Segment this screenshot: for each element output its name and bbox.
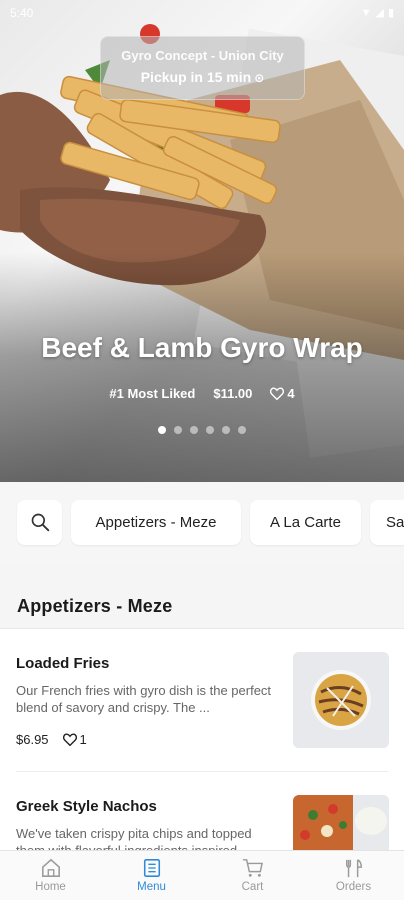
menu-item-image xyxy=(293,652,389,748)
carousel-dot[interactable] xyxy=(206,426,214,434)
menu-item[interactable]: Greek Style Nachos We've taken crispy pi… xyxy=(16,771,389,850)
nav-tab-home[interactable]: Home xyxy=(0,851,101,900)
loaded-fries-image xyxy=(293,652,389,748)
status-bar: 5:40 ▼ ◢ ▮ xyxy=(0,0,404,26)
menu-item-likes-count: 1 xyxy=(79,732,87,747)
nav-label-cart: Cart xyxy=(241,881,264,893)
status-time: 5:40 xyxy=(10,6,34,20)
section-title: Appetizers - Meze xyxy=(17,596,173,616)
wifi-icon: ▼ xyxy=(360,6,372,19)
carousel-dot[interactable] xyxy=(238,426,246,434)
menu-item-description: Our French fries with gyro dish is the p… xyxy=(16,683,272,715)
bottom-nav: Home Menu Cart Orders xyxy=(0,850,404,900)
hero-title: Beef & Lamb Gyro Wrap xyxy=(41,332,363,363)
menu-item-price: $6.95 xyxy=(16,732,49,747)
search-icon xyxy=(31,513,49,532)
carousel-dot[interactable] xyxy=(190,426,198,434)
category-tabs: Appetizers - Meze A La Carte Sa xyxy=(0,482,404,562)
menu-icon xyxy=(143,859,160,877)
signal-icon: ◢ xyxy=(375,6,384,19)
nav-label-home: Home xyxy=(35,881,66,893)
status-icons: ▼ ◢ ▮ xyxy=(360,6,394,19)
cutlery-icon xyxy=(345,859,362,878)
app: 5:40 ▼ ◢ ▮ Gyro Concept - Union City Pic… xyxy=(0,0,404,900)
menu-item-likes[interactable]: 1 xyxy=(62,732,87,747)
home-icon xyxy=(41,858,60,877)
category-tab-appetizers[interactable]: Appetizers - Meze xyxy=(71,499,241,545)
hero-gradient xyxy=(0,252,404,482)
pickup-time: Pickup in 15 min ⊙ xyxy=(101,69,304,85)
hero-badge: #1 Most Liked xyxy=(109,386,196,401)
search-button[interactable] xyxy=(17,499,62,545)
carousel-dot[interactable] xyxy=(222,426,230,434)
store-location: Gyro Concept - Union City xyxy=(121,48,284,63)
nav-tab-orders[interactable]: Orders xyxy=(303,851,404,900)
clock-icon: ⊙ xyxy=(254,71,265,85)
heart-icon xyxy=(62,733,77,746)
menu-item-description: We've taken crispy pita chips and topped… xyxy=(16,826,252,850)
nav-label-menu: Menu xyxy=(137,881,166,893)
hero-price: $11.00 xyxy=(213,386,253,401)
carousel-dot[interactable] xyxy=(158,426,166,434)
hero-likes-count: 4 xyxy=(287,386,295,401)
pickup-time-label: Pickup in 15 min xyxy=(140,69,252,85)
menu-list: Loaded Fries Our French fries with gyro … xyxy=(0,628,404,850)
heart-icon xyxy=(270,387,285,400)
nav-tab-menu[interactable]: Menu xyxy=(101,851,202,900)
category-tab-salads[interactable]: Sa xyxy=(370,499,404,545)
nav-label-orders: Orders xyxy=(335,881,372,893)
menu-item-image xyxy=(293,795,389,850)
hero-likes[interactable]: 4 xyxy=(270,386,295,401)
menu-item[interactable]: Loaded Fries Our French fries with gyro … xyxy=(0,629,404,771)
hero-meta: #1 Most Liked $11.00 4 xyxy=(0,386,404,401)
hero-banner[interactable]: 5:40 ▼ ◢ ▮ Gyro Concept - Union City Pic… xyxy=(0,0,404,482)
cart-icon xyxy=(242,859,263,877)
carousel-dots xyxy=(0,426,404,434)
battery-icon: ▮ xyxy=(387,6,394,19)
nav-tab-cart[interactable]: Cart xyxy=(202,851,303,900)
pickup-info-card[interactable]: Gyro Concept - Union City Pickup in 15 m… xyxy=(100,36,305,100)
carousel-dot[interactable] xyxy=(174,426,182,434)
category-tab-a-la-carte[interactable]: A La Carte xyxy=(250,499,361,545)
nachos-image xyxy=(293,795,389,850)
